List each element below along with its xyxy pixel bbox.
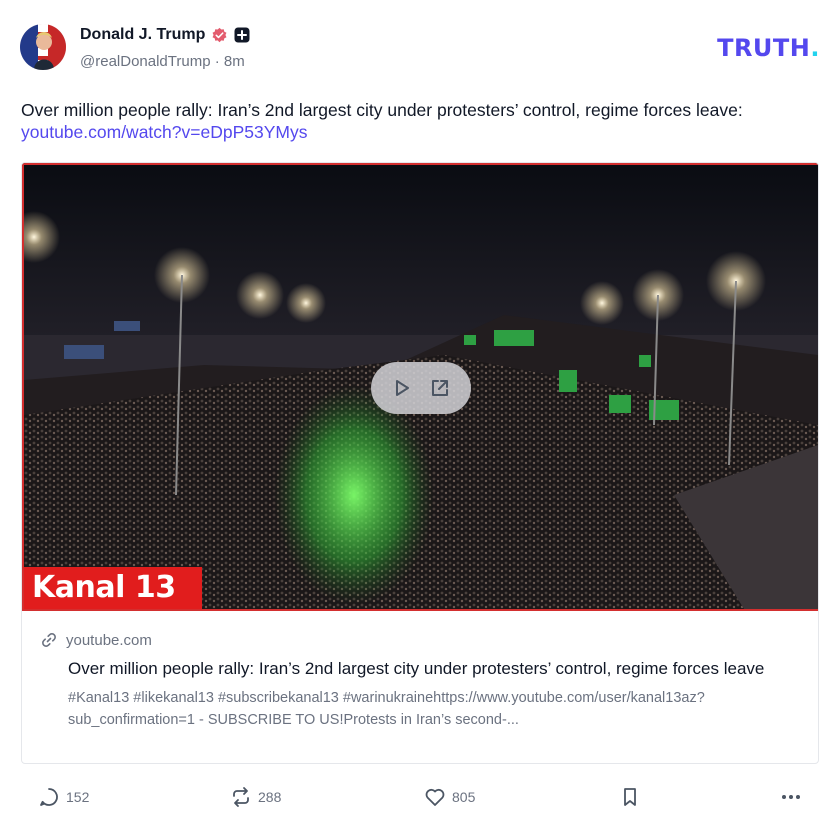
like-action[interactable]: 805 bbox=[424, 786, 475, 808]
retruth-icon bbox=[233, 787, 249, 807]
post-body: Over million people rally: Iran’s 2nd la… bbox=[21, 99, 821, 143]
like-count: 805 bbox=[452, 789, 476, 805]
plus-badge-icon bbox=[234, 27, 250, 43]
more-icon bbox=[782, 795, 800, 799]
logo-text: TRUTH bbox=[717, 34, 811, 62]
bookmark-action[interactable] bbox=[619, 786, 641, 808]
name-row: Donald J. Trump bbox=[80, 26, 250, 44]
play-icon[interactable] bbox=[391, 377, 413, 399]
link-card-title[interactable]: Over million people rally: Iran’s 2nd la… bbox=[40, 658, 802, 680]
reply-icon bbox=[40, 788, 58, 806]
link-card-description: #Kanal13 #likekanal13 #subscribekanal13 … bbox=[68, 690, 705, 728]
separator-dot: · bbox=[214, 53, 224, 70]
link-preview-card[interactable]: Kanal 13 youtube.com Over million people… bbox=[21, 162, 819, 764]
timestamp[interactable]: 8m bbox=[224, 53, 245, 70]
more-options-action[interactable] bbox=[780, 786, 802, 808]
post-header: Donald J. Trump @realDonaldTrump · 8m TR… bbox=[20, 24, 820, 74]
heart-icon bbox=[425, 788, 445, 806]
verified-badge-icon bbox=[211, 27, 228, 44]
post-link[interactable]: youtube.com/watch?v=eDpP53YMys bbox=[21, 121, 821, 143]
handle-row: @realDonaldTrump · 8m bbox=[80, 53, 245, 70]
avatar[interactable] bbox=[20, 24, 66, 70]
video-thumbnail[interactable]: Kanal 13 bbox=[22, 163, 818, 611]
link-domain: youtube.com bbox=[66, 631, 152, 649]
link-domain-row: youtube.com bbox=[40, 631, 802, 649]
post-text: Over million people rally: Iran’s 2nd la… bbox=[21, 100, 743, 120]
link-card-body: youtube.com Over million people rally: I… bbox=[22, 611, 818, 731]
reply-action[interactable]: 152 bbox=[38, 786, 89, 808]
reply-count: 152 bbox=[66, 789, 90, 805]
display-name[interactable]: Donald J. Trump bbox=[80, 26, 205, 44]
external-link-icon[interactable] bbox=[429, 377, 451, 399]
channel-watermark: Kanal 13 bbox=[24, 567, 202, 609]
link-icon bbox=[40, 631, 58, 649]
handle[interactable]: @realDonaldTrump bbox=[80, 53, 211, 70]
retruth-count: 288 bbox=[258, 789, 282, 805]
video-controls-pill[interactable] bbox=[371, 362, 471, 414]
retruth-action[interactable]: 288 bbox=[230, 786, 281, 808]
bookmark-icon bbox=[624, 788, 636, 806]
post-actions-bar: 152 288 805 bbox=[38, 786, 808, 812]
logo-dot: . bbox=[810, 34, 820, 62]
truth-logo[interactable]: TRUTH. bbox=[717, 34, 820, 62]
